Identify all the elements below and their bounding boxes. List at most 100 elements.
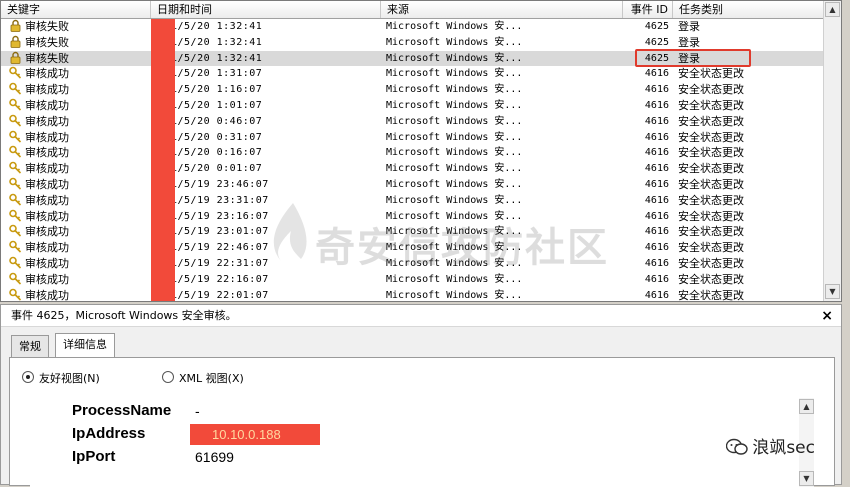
cell-source: Microsoft Windows 安... <box>386 147 523 159</box>
table-row[interactable]: 审核成功 1/5/19 22:46:07 Microsoft Windows 安..… <box>1 240 825 256</box>
cell-event-id: 4616 <box>644 273 669 285</box>
cell-source: Microsoft Windows 安... <box>386 194 523 206</box>
wechat-icon <box>726 438 749 455</box>
table-row[interactable]: 审核成功 1/5/19 23:46:07 Microsoft Windows 安..… <box>1 177 825 193</box>
cell-task-category: 安全状态更改 <box>678 114 744 128</box>
ip-address-redacted: 10.10.0.188 <box>190 424 320 445</box>
scroll-down-icon[interactable]: ▼ <box>825 284 840 299</box>
list-scrollbar[interactable]: ▲ ▼ <box>823 1 841 301</box>
cell-datetime: 1/5/20 1:01:07 <box>171 100 263 111</box>
radio-friendly-view[interactable]: 友好视图(N) <box>22 370 100 386</box>
table-row[interactable]: 审核成功 1/5/20 1:16:07 Microsoft Windows 安...… <box>1 82 825 98</box>
table-row[interactable]: 审核成功 1/5/20 0:46:07 Microsoft Windows 安...… <box>1 114 825 130</box>
key-icon <box>9 98 22 111</box>
cell-datetime: 1/5/19 23:16:07 <box>171 210 269 222</box>
cell-event-id: 4616 <box>644 131 669 143</box>
key-icon <box>9 209 22 222</box>
cell-task-category: 安全状态更改 <box>678 209 744 223</box>
keyword-text: 审核成功 <box>25 67 69 81</box>
table-row[interactable]: 审核成功 1/5/19 23:16:07 Microsoft Windows 安..… <box>1 209 825 225</box>
cell-datetime: 1/5/20 1:32:41 <box>171 52 263 64</box>
table-row[interactable]: 审核成功 1/5/20 0:31:07 Microsoft Windows 安...… <box>1 130 825 146</box>
cell-keyword: 审核成功 <box>9 240 149 256</box>
cell-keyword: 审核成功 <box>9 256 149 272</box>
cell-task-category: 安全状态更改 <box>678 130 744 144</box>
cell-event-id: 4616 <box>644 115 669 127</box>
cell-keyword: 审核成功 <box>9 177 149 193</box>
key-icon <box>9 177 22 190</box>
cell-event-id: 4616 <box>644 179 669 190</box>
cell-source: Microsoft Windows 安... <box>386 36 523 48</box>
cell-event-id: 4616 <box>644 258 669 269</box>
detail-title: 事件 4625，Microsoft Windows 安全审核。 × <box>1 305 841 327</box>
column-task-category[interactable]: 任务类别 <box>673 1 825 18</box>
keyword-text: 审核成功 <box>25 193 69 207</box>
cell-keyword: 审核成功 <box>9 193 149 209</box>
keyword-text: 审核成功 <box>25 114 69 128</box>
field-value: - <box>195 403 200 419</box>
key-icon <box>9 240 22 253</box>
cell-keyword: 审核成功 <box>9 161 149 177</box>
tab-details[interactable]: 详细信息 <box>55 333 115 358</box>
cell-source: Microsoft Windows 安... <box>386 21 523 32</box>
cell-datetime: 1/5/20 0:31:07 <box>171 131 263 143</box>
cell-datetime: 1/5/20 0:01:07 <box>171 163 263 175</box>
key-icon <box>9 114 22 127</box>
field-key: ProcessName <box>72 402 172 419</box>
lock-icon <box>9 35 22 48</box>
scroll-up-icon[interactable]: ▲ <box>825 2 840 17</box>
keyword-text: 审核成功 <box>25 241 69 255</box>
table-row[interactable]: 审核成功 1/5/19 22:31:07 Microsoft Windows 安..… <box>1 256 825 272</box>
cell-event-id: 4616 <box>644 100 669 111</box>
cell-datetime: 1/5/20 1:32:41 <box>171 36 263 48</box>
cell-event-id: 4616 <box>644 147 669 159</box>
close-icon[interactable]: × <box>821 305 833 327</box>
cell-source: Microsoft Windows 安... <box>386 163 523 175</box>
keyword-text: 审核成功 <box>25 288 69 302</box>
cell-event-id: 4616 <box>644 289 669 301</box>
tab-general[interactable]: 常规 <box>11 335 49 357</box>
field-key: IpAddress <box>72 425 146 442</box>
cell-task-category: 安全状态更改 <box>678 146 744 160</box>
cell-event-id: 4616 <box>644 68 669 80</box>
cell-source: Microsoft Windows 安... <box>386 210 523 222</box>
cell-source: Microsoft Windows 安... <box>386 52 523 64</box>
table-row[interactable]: 审核成功 1/5/19 23:01:07 Microsoft Windows 安..… <box>1 224 825 240</box>
table-row[interactable]: 审核成功 1/5/20 1:31:07 Microsoft Windows 安...… <box>1 66 825 82</box>
table-row[interactable]: 审核成功 1/5/20 0:16:07 Microsoft Windows 安...… <box>1 145 825 161</box>
column-source[interactable]: 来源 <box>381 1 623 18</box>
cell-keyword: 审核成功 <box>9 288 149 302</box>
cell-event-id: 4616 <box>644 210 669 222</box>
table-row[interactable]: 审核失败 1/5/20 1:32:41 Microsoft Windows 安...… <box>1 19 825 35</box>
column-datetime[interactable]: 日期和时间 <box>151 1 381 18</box>
column-event-id[interactable]: 事件 ID <box>623 1 673 18</box>
table-row[interactable]: 审核成功 1/5/19 22:16:07 Microsoft Windows 安..… <box>1 272 825 288</box>
radio-xml-label: XML 视图(X) <box>179 372 244 385</box>
key-icon <box>9 224 22 237</box>
cell-datetime: 1/5/20 1:16:07 <box>171 84 263 96</box>
table-row[interactable]: 审核成功 1/5/19 22:01:07 Microsoft Windows 安..… <box>1 288 825 302</box>
cell-task-category: 安全状态更改 <box>678 67 744 81</box>
cell-datetime: 1/5/19 22:31:07 <box>171 258 269 269</box>
cell-keyword: 审核成功 <box>9 130 149 146</box>
cell-source: Microsoft Windows 安... <box>386 242 523 254</box>
event-list[interactable]: 关键字 日期和时间 来源 事件 ID 任务类别 审核失败 1/5/20 1:32:… <box>0 0 842 302</box>
key-icon <box>9 288 22 301</box>
radio-friendly-label: 友好视图(N) <box>39 372 100 385</box>
cell-task-category: 安全状态更改 <box>678 272 744 286</box>
radio-xml-view[interactable]: XML 视图(X) <box>162 370 244 386</box>
cell-task-category: 安全状态更改 <box>678 257 744 270</box>
table-row[interactable]: 审核成功 1/5/20 1:01:07 Microsoft Windows 安...… <box>1 98 825 114</box>
keyword-text: 审核成功 <box>25 225 69 239</box>
cell-event-id: 4625 <box>644 21 669 32</box>
column-keyword[interactable]: 关键字 <box>1 1 151 18</box>
cell-source: Microsoft Windows 安... <box>386 289 523 301</box>
table-row[interactable]: 审核成功 1/5/19 23:31:07 Microsoft Windows 安..… <box>1 193 825 209</box>
cell-keyword: 审核成功 <box>9 82 149 98</box>
scroll-down-icon[interactable]: ▼ <box>799 471 814 486</box>
cell-event-id: 4616 <box>644 242 669 254</box>
scroll-up-icon[interactable]: ▲ <box>799 399 814 414</box>
table-row[interactable]: 审核成功 1/5/20 0:01:07 Microsoft Windows 安...… <box>1 161 825 177</box>
cell-event-id: 4616 <box>644 84 669 96</box>
cell-datetime: 1/5/19 22:01:07 <box>171 289 269 301</box>
